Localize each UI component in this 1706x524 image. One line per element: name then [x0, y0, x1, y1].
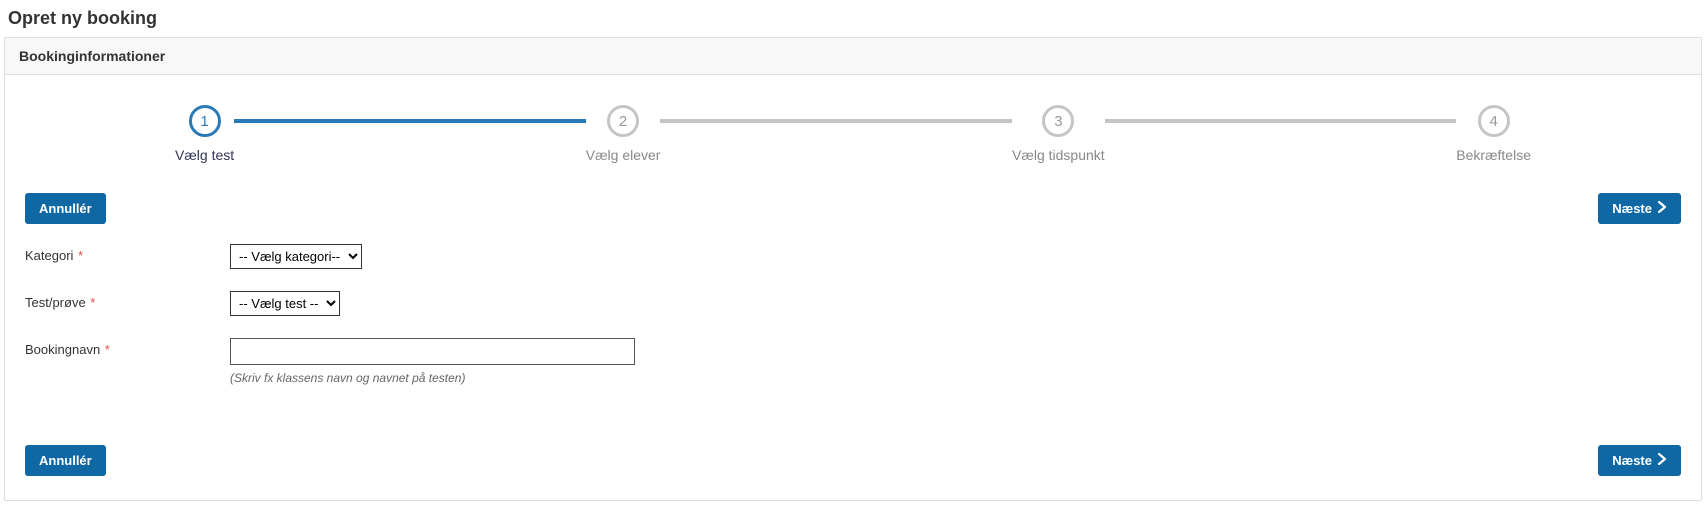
step-2-circle: 2	[607, 105, 639, 137]
step-4: 4 Bekræftelse	[1456, 105, 1531, 163]
bookingname-hint: (Skriv fx klassens navn og navnet på tes…	[230, 371, 635, 385]
next-button-top[interactable]: Næste	[1598, 193, 1681, 224]
next-button-bottom[interactable]: Næste	[1598, 445, 1681, 476]
required-marker: *	[101, 342, 110, 357]
panel-header: Bookinginformationer	[5, 38, 1701, 75]
test-row: Test/prøve * -- Vælg test --	[25, 291, 1681, 316]
step-2: 2 Vælg elever	[586, 105, 661, 163]
wizard-stepper: 1 Vælg test 2 Vælg elever 3 Vælg tidspun…	[175, 105, 1531, 163]
step-1-circle: 1	[189, 105, 221, 137]
chevron-right-icon	[1658, 453, 1667, 468]
step-4-circle: 4	[1478, 105, 1510, 137]
category-select[interactable]: -- Vælg kategori--	[230, 244, 362, 269]
category-row: Kategori * -- Vælg kategori--	[25, 244, 1681, 269]
cancel-button-top[interactable]: Annullér	[25, 193, 106, 224]
booking-panel: Bookinginformationer 1 Vælg test 2 Vælg …	[4, 37, 1702, 501]
step-1: 1 Vælg test	[175, 105, 234, 163]
next-button-label: Næste	[1612, 201, 1652, 216]
next-button-label: Næste	[1612, 453, 1652, 468]
bookingname-label-text: Bookingnavn	[25, 342, 100, 357]
cancel-button-bottom[interactable]: Annullér	[25, 445, 106, 476]
action-bar-bottom: Annullér Næste	[5, 445, 1701, 476]
action-bar-top: Annullér Næste	[5, 193, 1701, 224]
test-label-text: Test/prøve	[25, 295, 86, 310]
booking-form: Kategori * -- Vælg kategori-- Test/prøve…	[5, 244, 1701, 385]
required-marker: *	[74, 248, 83, 263]
category-label: Kategori *	[25, 244, 230, 263]
step-3: 3 Vælg tidspunkt	[1012, 105, 1105, 163]
connector-1-2	[234, 119, 586, 123]
page-title: Opret ny booking	[4, 4, 1702, 37]
test-select[interactable]: -- Vælg test --	[230, 291, 340, 316]
category-label-text: Kategori	[25, 248, 73, 263]
step-1-label: Vælg test	[175, 147, 234, 163]
chevron-right-icon	[1658, 201, 1667, 216]
connector-3-4	[1105, 119, 1457, 123]
step-3-label: Vælg tidspunkt	[1012, 147, 1105, 163]
bookingname-label: Bookingnavn *	[25, 338, 230, 357]
connector-2-3	[660, 119, 1012, 123]
test-label: Test/prøve *	[25, 291, 230, 310]
step-3-circle: 3	[1042, 105, 1074, 137]
bookingname-row: Bookingnavn * (Skriv fx klassens navn og…	[25, 338, 1681, 385]
bookingname-input[interactable]	[230, 338, 635, 365]
required-marker: *	[87, 295, 96, 310]
step-4-label: Bekræftelse	[1456, 147, 1531, 163]
step-2-label: Vælg elever	[586, 147, 661, 163]
